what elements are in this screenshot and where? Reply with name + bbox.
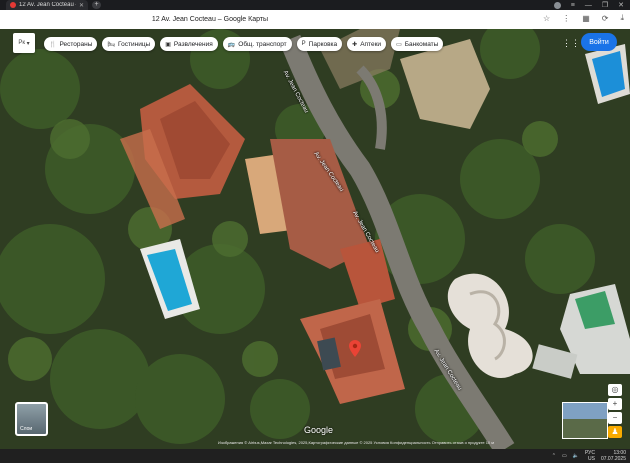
bus-icon: 🚌 — [227, 41, 236, 48]
address-bar: 12 Av. Jean Cocteau – Google Карты ☆ ⋮ ▦… — [0, 10, 630, 30]
satellite-imagery — [0, 29, 630, 449]
sync-icon[interactable]: ⟳ — [602, 14, 609, 23]
browser-tab[interactable]: 12 Av. Jean Cocteau – G ✕ — [6, 0, 88, 10]
windows-taskbar: ⌃ ▭ 🔈 РУС US 13:00 07.07.2025 — [0, 449, 630, 463]
category-chips: 🍴 Рестораны 🛏 Гостиницы ▣ Развлечения 🚌 Общ.… — [44, 37, 444, 51]
chip-parking[interactable]: P Парковка — [296, 37, 343, 51]
map-controls: ◎ + − ♟ — [608, 384, 622, 438]
language-sub-label: US — [588, 456, 595, 462]
clock-date: 07.07.2025 — [600, 456, 626, 462]
extensions-icon[interactable]: ▦ — [582, 14, 590, 23]
system-tray: ⌃ ▭ 🔈 РУС US 13:00 07.07.2025 — [552, 450, 626, 462]
location-pin-icon[interactable] — [349, 340, 361, 357]
restore-icon[interactable]: ❐ — [602, 1, 608, 9]
tab-title: 12 Av. Jean Cocteau – G — [19, 2, 76, 8]
atm-icon: ▭ — [396, 41, 402, 48]
map-type-label: Рк — [18, 40, 25, 46]
fork-knife-icon: 🍴 — [49, 41, 57, 48]
chip-pharmacies[interactable]: ✚ Аптеки — [347, 37, 387, 51]
parking-icon: P — [301, 41, 306, 47]
street-view-thumbnail[interactable] — [562, 402, 608, 439]
new-tab-button[interactable]: + — [92, 1, 101, 9]
close-tab-icon[interactable]: ✕ — [79, 2, 84, 9]
chip-label: Аптеки — [360, 40, 382, 48]
google-apps-icon[interactable]: ⋮⋮ — [562, 38, 580, 49]
camera-icon: ▣ — [165, 41, 171, 48]
network-icon[interactable]: ▭ — [562, 453, 567, 459]
download-icon[interactable]: ⤓ — [620, 13, 624, 23]
zoom-in-button[interactable]: + — [608, 398, 622, 410]
chip-label: Общ. транспорт — [238, 40, 287, 48]
menu-icon[interactable]: ≡ — [571, 2, 575, 9]
layers-label: Слои — [20, 426, 33, 432]
volume-icon[interactable]: 🔈 — [573, 453, 579, 459]
map-attribution: Изображения © Airbus,Maxar Technologies,… — [218, 440, 494, 445]
pegman-icon[interactable]: ♟ — [608, 426, 622, 438]
maps-favicon-icon — [10, 2, 16, 8]
chip-hotels[interactable]: 🛏 Гостиницы — [102, 37, 156, 51]
chip-atms[interactable]: ▭ Банкоматы — [391, 37, 444, 51]
chip-transit[interactable]: 🚌 Общ. транспорт — [222, 37, 292, 51]
layers-toggle[interactable]: Слои — [15, 402, 48, 436]
close-window-icon[interactable]: ✕ — [618, 1, 624, 9]
google-logo: Google — [304, 425, 334, 435]
bookmark-star-icon[interactable]: ☆ — [543, 14, 550, 23]
minimize-icon[interactable]: — — [585, 2, 592, 9]
chip-entertainment[interactable]: ▣ Развлечения — [160, 37, 218, 51]
my-location-icon[interactable]: ◎ — [608, 384, 622, 396]
chip-label: Рестораны — [59, 40, 93, 48]
window-title: 12 Av. Jean Cocteau – Google Карты — [151, 16, 269, 23]
browser-tab-bar: 12 Av. Jean Cocteau – G ✕ + ≡ — ❐ ✕ — [0, 0, 630, 10]
sign-in-button[interactable]: Войти — [581, 33, 617, 51]
chip-label: Развлечения — [173, 40, 213, 48]
chip-restaurants[interactable]: 🍴 Рестораны — [44, 37, 98, 51]
clock[interactable]: 13:00 07.07.2025 — [601, 450, 626, 462]
pharmacy-icon: ✚ — [352, 41, 358, 48]
chevron-up-icon[interactable]: ⌃ — [552, 453, 556, 459]
zoom-out-button[interactable]: − — [608, 412, 622, 424]
language-indicator[interactable]: РУС US — [585, 450, 595, 462]
chip-label: Гостиницы — [118, 40, 151, 48]
chip-label: Банкоматы — [404, 40, 439, 48]
profile-icon[interactable] — [553, 1, 561, 9]
bed-icon: 🛏 — [107, 41, 116, 48]
satellite-map[interactable]: Рк ▾ 🍴 Рестораны 🛏 Гостиницы ▣ Развлечения … — [0, 29, 630, 449]
map-type-button[interactable]: Рк ▾ — [13, 33, 35, 53]
chip-label: Парковка — [308, 40, 338, 48]
window-controls: ≡ — ❐ ✕ — [553, 0, 624, 10]
more-options-icon[interactable]: ⋮ — [562, 14, 570, 23]
